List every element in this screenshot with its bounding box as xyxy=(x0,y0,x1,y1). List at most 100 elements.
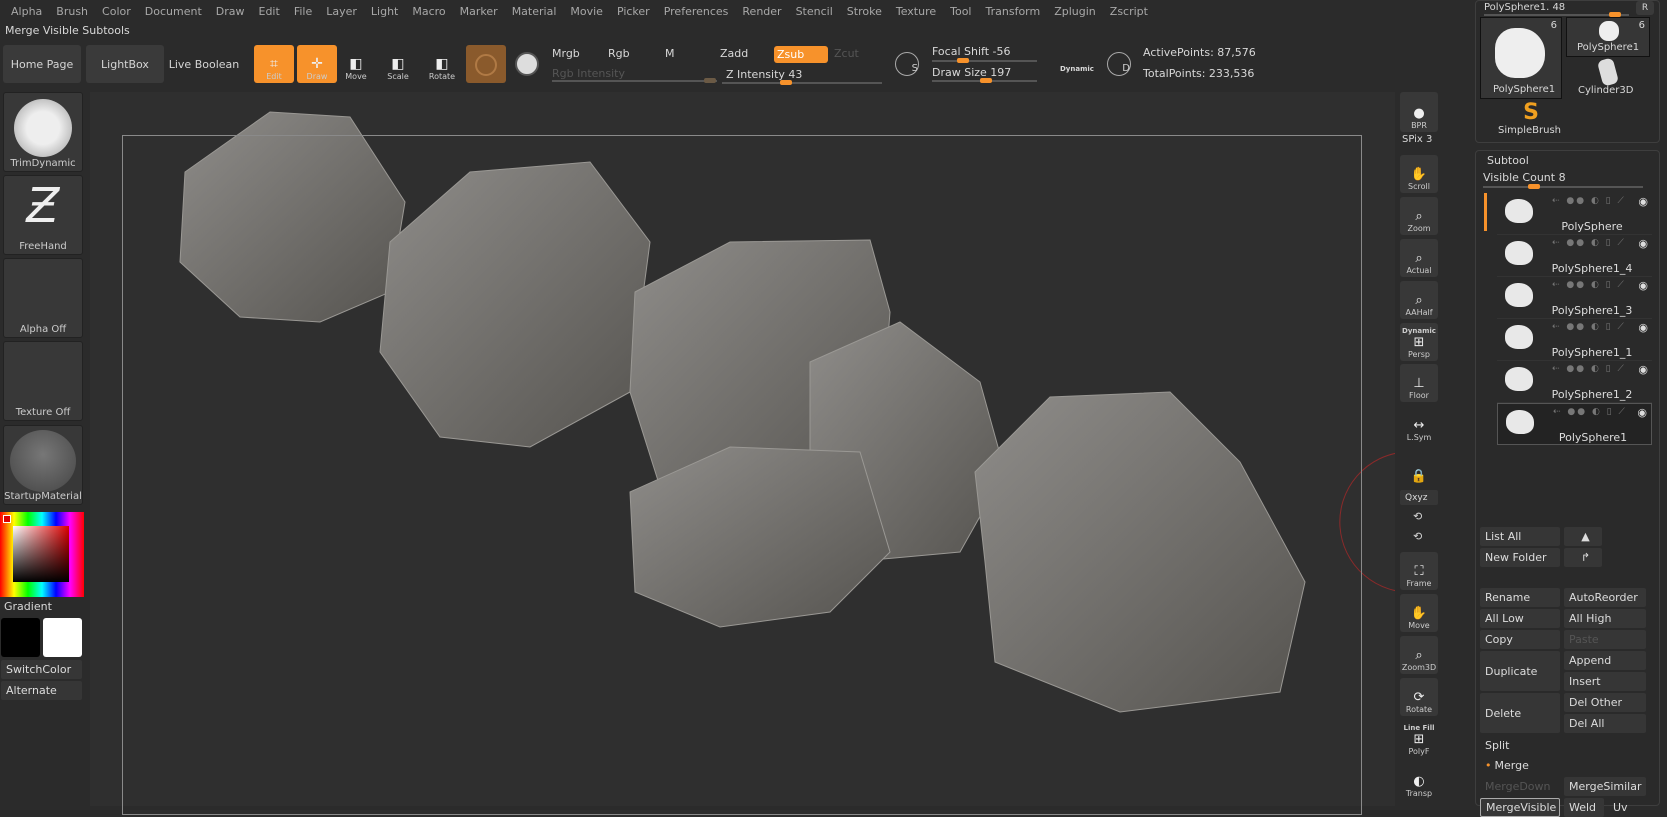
slider-knob[interactable] xyxy=(957,58,969,63)
subtool-toggles[interactable]: ⇠ ●● ◐ ▯ ⟋ xyxy=(1552,280,1626,290)
delete-button[interactable]: Delete xyxy=(1480,693,1560,733)
tool-thumb-cylinder3d[interactable]: Cylinder3D xyxy=(1566,57,1650,99)
menu-render[interactable]: Render xyxy=(735,5,788,18)
slider-knob[interactable] xyxy=(704,78,716,83)
menu-layer[interactable]: Layer xyxy=(319,5,364,18)
z-intensity-slider[interactable] xyxy=(722,80,882,85)
menu-edit[interactable]: Edit xyxy=(252,5,287,18)
menu-marker[interactable]: Marker xyxy=(453,5,505,18)
menu-macro[interactable]: Macro xyxy=(405,5,452,18)
visible-count-slider[interactable] xyxy=(1483,184,1643,189)
subtool-toggles[interactable]: ⇠ ●● ◐ ▯ ⟋ xyxy=(1552,196,1626,206)
merge-similar-button[interactable]: MergeSimilar xyxy=(1564,777,1646,796)
brush-button[interactable]: TrimDynamic xyxy=(3,92,83,172)
lightbox-button[interactable]: LightBox xyxy=(86,45,164,83)
zadd-button[interactable]: Zadd xyxy=(720,47,748,60)
aahalf-button[interactable]: ⌕ AAHalf xyxy=(1400,281,1438,319)
alpha-button[interactable]: Alpha Off xyxy=(3,258,83,338)
eye-icon[interactable]: ◉ xyxy=(1638,237,1648,250)
menu-transform[interactable]: Transform xyxy=(979,5,1048,18)
polyf-button[interactable]: Line Fill ⊞ PolyF xyxy=(1400,720,1438,758)
duplicate-button[interactable]: Duplicate xyxy=(1480,651,1560,691)
menu-file[interactable]: File xyxy=(287,5,319,18)
slider-knob[interactable] xyxy=(1528,184,1540,189)
menu-picker[interactable]: Picker xyxy=(610,5,657,18)
m-button[interactable]: M xyxy=(665,47,675,60)
zoom-button[interactable]: ⌕ Zoom xyxy=(1400,197,1438,235)
subtool-item[interactable]: ⇠ ●● ◐ ▯ ⟋ ◉ PolySphere1_2 xyxy=(1497,361,1652,403)
eye-icon[interactable]: ◉ xyxy=(1638,195,1648,208)
menu-stroke[interactable]: Stroke xyxy=(840,5,889,18)
subtool-item[interactable]: ⇠ ●● ◐ ▯ ⟋ ◉ PolySphere1_4 xyxy=(1497,235,1652,277)
merge-section[interactable]: • Merge xyxy=(1480,756,1646,775)
menu-material[interactable]: Material xyxy=(505,5,564,18)
auto-reorder-button[interactable]: AutoReorder xyxy=(1564,588,1646,607)
menu-tool[interactable]: Tool xyxy=(943,5,978,18)
zsub-button[interactable]: Zsub xyxy=(774,46,828,63)
eye-icon[interactable]: ◉ xyxy=(1638,321,1648,334)
texture-button[interactable]: Texture Off xyxy=(3,341,83,421)
menu-zplugin[interactable]: Zplugin xyxy=(1047,5,1103,18)
switch-color-button[interactable]: SwitchColor xyxy=(1,660,82,679)
move-up-button[interactable]: ▲ xyxy=(1564,527,1602,546)
secondary-color-swatch[interactable] xyxy=(43,618,82,657)
lsym-button[interactable]: ↔ L.Sym xyxy=(1400,406,1438,444)
rgb-intensity-slider[interactable] xyxy=(552,78,717,83)
subtool-toggles[interactable]: ⇠ ●● ◐ ▯ ⟋ xyxy=(1552,238,1626,248)
tool-thumb-polysphere1-small[interactable]: 6 PolySphere1 xyxy=(1566,17,1650,57)
subtool-item[interactable]: ⇠ ●● ◐ ▯ ⟋ ◉ PolySphere xyxy=(1497,193,1652,235)
insert-button[interactable]: Insert xyxy=(1564,672,1646,691)
rotate-y-icon[interactable]: ⟲ xyxy=(1413,510,1422,523)
bpr-button[interactable]: ● BPR xyxy=(1400,92,1438,132)
scale-button[interactable]: ◧ Scale xyxy=(378,45,418,83)
rename-button[interactable]: Rename xyxy=(1480,588,1560,607)
tool-thumb-polysphere1[interactable]: 6 PolySphere1 xyxy=(1480,17,1562,99)
move-into-button[interactable]: ↱ xyxy=(1564,548,1602,567)
menu-texture[interactable]: Texture xyxy=(889,5,943,18)
slider-knob[interactable] xyxy=(780,80,792,85)
copy-button[interactable]: Copy xyxy=(1480,630,1560,649)
slider-knob[interactable] xyxy=(980,78,992,83)
list-all-button[interactable]: List All xyxy=(1480,527,1560,546)
del-all-button[interactable]: Del All xyxy=(1564,714,1646,733)
subtool-toggles[interactable]: ⇠ ●● ◐ ▯ ⟋ xyxy=(1552,364,1626,374)
lock-camera-button[interactable]: 🔒 xyxy=(1400,448,1438,486)
persp-button[interactable]: Dynamic ⊞ Persp xyxy=(1400,323,1438,361)
del-other-button[interactable]: Del Other xyxy=(1564,693,1646,712)
menu-document[interactable]: Document xyxy=(138,5,209,18)
draw-button[interactable]: ✛ Draw xyxy=(297,45,337,83)
scroll-button[interactable]: ✋ Scroll xyxy=(1400,155,1438,193)
move-button[interactable]: ◧ Move xyxy=(336,45,376,83)
rotate-view-button[interactable]: ⟳ Rotate xyxy=(1400,678,1438,716)
weld-toggle[interactable]: Weld xyxy=(1564,798,1604,817)
edit-button[interactable]: ⌗ Edit xyxy=(254,45,294,83)
menu-draw[interactable]: Draw xyxy=(209,5,252,18)
material-swatch-button[interactable] xyxy=(466,45,506,83)
actual-button[interactable]: ⌕ Actual xyxy=(1400,239,1438,277)
menu-light[interactable]: Light xyxy=(364,5,405,18)
menu-alpha[interactable]: Alpha xyxy=(4,5,49,18)
eye-icon[interactable]: ◉ xyxy=(1638,363,1648,376)
dynamic-toggle[interactable]: Dynamic xyxy=(1060,65,1094,73)
eye-icon[interactable]: ◉ xyxy=(1638,279,1648,292)
qxyz-button[interactable]: Qxyz xyxy=(1400,490,1438,505)
live-boolean-button[interactable]: Live Boolean xyxy=(168,45,240,83)
append-button[interactable]: Append xyxy=(1564,651,1646,670)
zcut-button[interactable]: Zcut xyxy=(834,47,859,60)
all-low-button[interactable]: All Low xyxy=(1480,609,1560,628)
frame-button[interactable]: ⛶ Frame xyxy=(1400,552,1438,590)
subtool-scrollbar[interactable] xyxy=(1484,193,1487,231)
new-folder-button[interactable]: New Folder xyxy=(1480,548,1560,567)
material-button[interactable]: StartupMaterial xyxy=(3,425,83,505)
paste-button[interactable]: Paste xyxy=(1564,630,1646,649)
stroke-button[interactable]: Ƶ FreeHand xyxy=(3,175,83,255)
home-page-button[interactable]: Home Page xyxy=(3,45,81,83)
tool-thumb-simplebrush[interactable]: S SimpleBrush xyxy=(1496,101,1566,141)
menu-brush[interactable]: Brush xyxy=(49,5,95,18)
subtool-toggles[interactable]: ⇠ ●● ◐ ▯ ⟋ xyxy=(1553,407,1627,417)
menu-stencil[interactable]: Stencil xyxy=(789,5,840,18)
focal-shift-slider[interactable] xyxy=(932,58,1037,63)
subtool-item[interactable]: ⇠ ●● ◐ ▯ ⟋ ◉ PolySphere1_3 xyxy=(1497,277,1652,319)
split-section[interactable]: Split xyxy=(1480,736,1646,755)
main-color-swatch[interactable] xyxy=(1,618,40,657)
